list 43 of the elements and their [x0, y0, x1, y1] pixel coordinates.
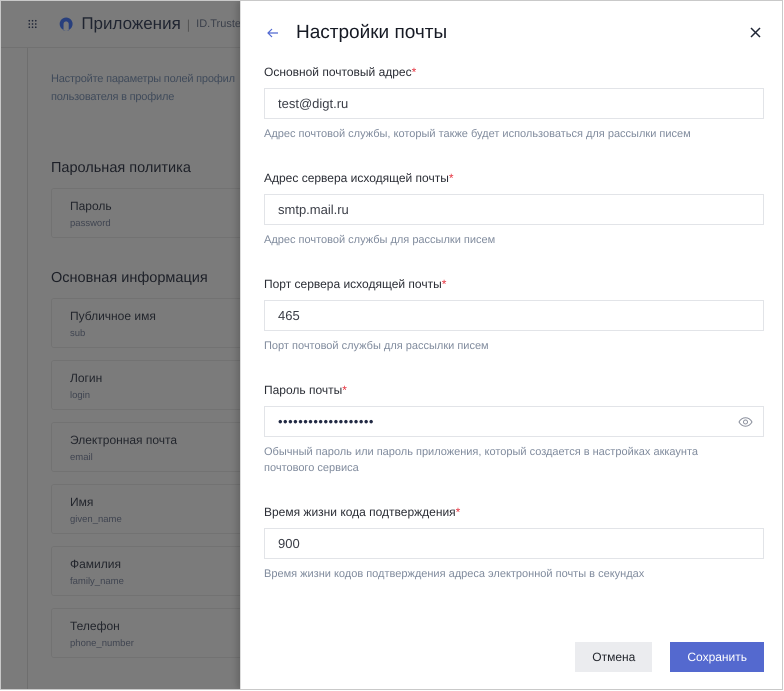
section-title: Парольная политика — [51, 160, 192, 176]
drawer-title: Настройки почты — [296, 22, 448, 44]
field-key: password — [70, 218, 241, 229]
field-hint: Время жизни кодов подтверждения адреса электронной почты в секундах — [264, 567, 646, 582]
password-field[interactable]: ••••••••••••••••••• — [264, 406, 764, 437]
field-label: Логин — [70, 371, 104, 385]
input-field[interactable]: 465 — [264, 300, 764, 331]
field-key: email — [70, 452, 241, 463]
grid-menu-icon[interactable] — [28, 17, 38, 31]
field-label: Пароль почты* — [264, 382, 348, 398]
field-label: Пароль — [70, 199, 113, 213]
field-label: Телефон — [70, 619, 121, 633]
field-label: Основной почтовый адрес* — [264, 64, 418, 80]
show-password-eye-icon[interactable] — [738, 416, 753, 426]
cancel-button[interactable]: Отмена — [575, 642, 652, 672]
field-hint: Порт почтовой службы для рассылки писем — [264, 339, 490, 354]
app-title: Приложения — [81, 14, 181, 34]
field-key: family_name — [70, 576, 241, 587]
field-hint: Адрес почтовой службы для рассылки писем — [264, 233, 496, 248]
field-key: sub — [70, 328, 241, 339]
input-field[interactable]: test@digt.ru — [264, 88, 764, 119]
save-button[interactable]: Сохранить — [670, 642, 764, 672]
field-label: Порт сервера исходящей почты* — [264, 276, 448, 292]
field-label: Электронная почта — [70, 433, 178, 447]
field-key: given_name — [70, 514, 241, 525]
description-text: Настройте параметры полей профил — [51, 72, 236, 87]
field-label: Фамилия — [70, 557, 122, 571]
field-key: login — [70, 390, 241, 401]
field-key: phone_number — [70, 638, 241, 649]
close-icon[interactable] — [750, 27, 761, 38]
field-hint: Обычный пароль или пароль приложения, который создается в настройках аккаунта почтового сервиса — [264, 445, 700, 476]
section-title: Основная информация — [51, 270, 209, 286]
header-separator: | — [186, 16, 190, 32]
field-label: Время жизни кода подтверждения* — [264, 504, 462, 520]
description-text: пользователя в профиле — [51, 90, 176, 105]
field-hint: Адрес почтовой службы, который также будет использоваться для рассылки писем — [264, 127, 692, 142]
field-label: Имя — [70, 495, 94, 509]
field-label: Публичное имя — [70, 309, 157, 323]
input-field[interactable]: smtp.mail.ru — [264, 194, 764, 225]
input-field[interactable]: 900 — [264, 528, 764, 559]
back-arrow-icon[interactable] — [267, 28, 279, 38]
field-label: Адрес сервера исходящей почты* — [264, 170, 455, 186]
app-subtitle: ID.Truste — [196, 18, 241, 30]
